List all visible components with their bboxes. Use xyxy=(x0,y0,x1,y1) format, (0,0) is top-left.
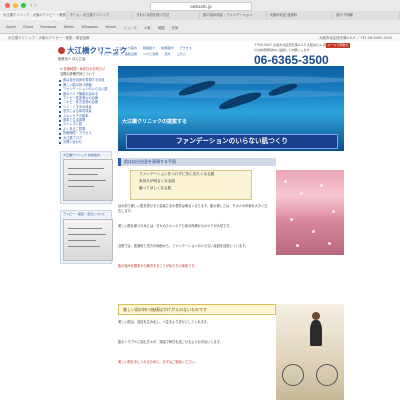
hero-title: ファンデーションのいらない肌つくり xyxy=(126,134,338,149)
person-head xyxy=(312,312,320,320)
browser-tab[interactable]: 肌の悩み改善・ファンデーション xyxy=(200,11,267,20)
site-header: 大江橋クリニック 医療法人 ほんだ会 ホーム クリニック案内 院長紹介 診療案内… xyxy=(0,41,400,67)
sidebar-box-caption: アトピー・美肌・漢方について xyxy=(63,212,105,217)
bookmark-item[interactable]: iCloud xyxy=(23,25,34,29)
bookmark-item[interactable]: Facebook xyxy=(40,25,56,29)
body-paragraph: 当院では、皮膚科と漢方の両面から、ファンデーションのいらない素肌を目指しています… xyxy=(118,244,249,248)
bookmark-item[interactable]: Wikipedia xyxy=(82,25,99,29)
left-sidebar: ※ 診療時間・休診日のお知らせ 当院の診療方針について 肌は自分自身を表現する手… xyxy=(58,66,114,400)
sidebar-feature-box[interactable]: アトピー・美肌・漢方について xyxy=(60,210,113,265)
body-paragraph-highlight: 肌の悩みを根本から解決することが私たちの使命です。 xyxy=(118,264,198,268)
tab-strip: 大江橋クリニック｜大阪のアトピー・美肌治療 ホーム - 大江橋クリニック きれい… xyxy=(0,11,400,20)
sidebar-thumbnail-image[interactable] xyxy=(63,219,113,262)
section-heading: 肌は自分自身を表現する手段 xyxy=(118,158,276,166)
bicycle-photo xyxy=(276,304,344,400)
person-body xyxy=(310,320,322,346)
cherry-blossom-photo xyxy=(276,170,344,255)
browser-tab[interactable]: 大江橋クリニック｜大阪のアトピー・美肌治療 xyxy=(0,11,67,20)
bike-wheel xyxy=(282,364,304,386)
top-nav-secondary: アトピー治療 美肌治療 ニキビ治療 漢方 コラム xyxy=(100,51,186,56)
site-top-right-text: 大阪市北区西天満4-5-5 ／ TEL 06-6365-3500 xyxy=(319,36,392,40)
sidebar-thumbnail-image[interactable] xyxy=(63,159,113,202)
body-paragraph: 美しい肌を保つためには、日々のスキンケアと体の内側からのケアが大切です。 xyxy=(118,224,233,228)
clinic-phone[interactable]: 06-6365-3500 xyxy=(254,53,329,67)
clinic-logo-icon[interactable] xyxy=(58,47,65,54)
site-top-left-text: 大江橋クリニック｜大阪のアトピー・美肌・美容治療 xyxy=(8,36,90,40)
browser-tab[interactable]: 大阪市北区 皮膚科 xyxy=(266,11,334,20)
browser-tab[interactable]: 肌ケア情報 xyxy=(333,11,400,20)
sidebar-notice-secondary[interactable]: 当院の診療方針について xyxy=(58,72,114,76)
hero-caption: 大江橋クリニックの提案する xyxy=(122,119,188,125)
bookmark-item[interactable]: Apple xyxy=(6,25,16,29)
sidebar-item[interactable]: お問い合わせ xyxy=(58,140,114,144)
nav-link[interactable]: ホーム xyxy=(100,45,109,50)
mail-contact-button[interactable]: メールで問合せ xyxy=(326,43,350,48)
back-forward-icon[interactable]: ‹ › xyxy=(30,2,37,9)
body-paragraph: 美しい肌は、自信を生み出し、人生をより豊かにしてくれます。 xyxy=(118,320,210,324)
nav-link[interactable]: 漢方 xyxy=(164,51,170,56)
nav-link[interactable]: 美肌治療 xyxy=(125,51,137,56)
close-window-button[interactable] xyxy=(5,3,10,8)
nav-link[interactable]: 院長紹介 xyxy=(143,45,155,50)
body-paragraph-highlight: 美しい肌を手に入れるために、まずはご相談ください。 xyxy=(118,360,198,364)
clinic-subtitle: 医療法人 ほんだ会 xyxy=(58,57,86,61)
sidebar-box-caption: 大江橋クリニック 診療案内 xyxy=(63,152,100,157)
top-nav-primary: ホーム クリニック案内 院長紹介 診療案内 アクセス xyxy=(100,45,192,50)
nav-link[interactable]: コラム xyxy=(177,51,186,56)
bookmark-item[interactable]: 天気 xyxy=(171,25,178,30)
browser-tab[interactable]: ホーム - 大江橋クリニック xyxy=(66,11,134,20)
bookmark-item[interactable]: Yahoo! xyxy=(105,25,116,29)
quote-box: ファンデーションをつけずに外に出たくなる肌 気持ちが明るくなる肌 触ってほしくな… xyxy=(130,170,252,200)
hero-banner: 大江橋クリニックの提案する ファンデーションのいらない肌つくり xyxy=(118,66,344,151)
bike-wheel xyxy=(316,364,338,386)
bookmark-item[interactable]: ニュース xyxy=(124,25,137,30)
bookmarks-bar: Apple iCloud Facebook Twitter Wikipedia … xyxy=(0,21,400,33)
browser-chrome: ‹ › oebashi.jp 大江橋クリニック｜大阪のアトピー・美肌治療 ホーム… xyxy=(0,0,400,34)
window-controls xyxy=(5,3,26,8)
bookmark-item[interactable]: 地図 xyxy=(158,25,165,30)
quote-line: ファンデーションをつけずに外に出たくなる肌 xyxy=(139,172,215,176)
bookmark-item[interactable]: Twitter xyxy=(63,25,74,29)
main-content: 大江橋クリニックの提案する ファンデーションのいらない肌つくり 肌は自分自身を表… xyxy=(118,66,344,400)
zoom-window-button[interactable] xyxy=(21,3,26,8)
body-paragraph: 目の前で美しい肌を見せると患者さまの表情は明るくなります。肌の美しさは、その人の… xyxy=(118,204,268,213)
nav-link[interactable]: ニキビ治療 xyxy=(143,51,158,56)
minimize-window-button[interactable] xyxy=(13,3,18,8)
nav-link[interactable]: 診療案内 xyxy=(161,45,173,50)
quote-line: 気持ちが明るくなる肌 xyxy=(139,179,175,183)
nav-link[interactable]: アトピー治療 xyxy=(100,51,119,56)
nav-link[interactable]: クリニック案内 xyxy=(115,45,137,50)
section-heading: 美しい肌の持つ価値はかけがえのないものです xyxy=(118,304,276,315)
body-paragraph: 肌のトラブルに悩む方々が、笑顔で毎日を過ごせるようお手伝いします。 xyxy=(118,340,223,344)
browser-tab[interactable]: きれいな肌を保つ方法 xyxy=(133,11,201,20)
address-bar[interactable]: oebashi.jp xyxy=(150,2,252,11)
sidebar-menu: 肌は自分自身を表現する手段 美しい肌の持つ価値 ファンデーションのいらない肌 肌… xyxy=(58,78,114,144)
nav-link[interactable]: アクセス xyxy=(180,45,192,50)
sidebar-feature-box[interactable]: 大江橋クリニック 診療案内 xyxy=(60,150,113,205)
quote-line: 触ってほしくなる肌 xyxy=(139,186,172,190)
bookmark-item[interactable]: 人気 xyxy=(144,25,151,30)
